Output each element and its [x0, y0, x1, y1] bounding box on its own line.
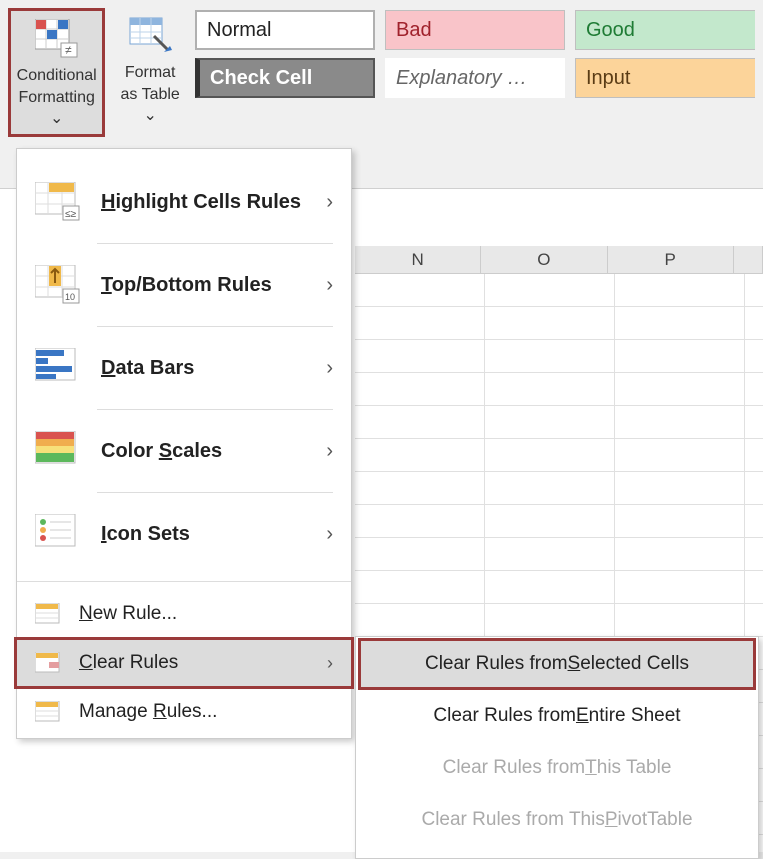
menu-manage-rules[interactable]: Manage Rules... [17, 686, 351, 738]
clear-rules-icon [35, 652, 61, 674]
menu-label: Manage Rules... [79, 701, 333, 723]
menu-label: Clear Rules [79, 652, 327, 674]
conditional-formatting-icon: ≠ [33, 15, 81, 63]
menu-clear-rules[interactable]: Clear Rules › [14, 637, 354, 689]
manage-rules-icon [35, 701, 61, 723]
style-good[interactable]: Good [575, 10, 755, 50]
col-header[interactable]: O [481, 246, 607, 273]
style-bad[interactable]: Bad [385, 10, 565, 50]
chevron-down-icon: ⌄ [50, 110, 63, 127]
svg-text:≠: ≠ [65, 43, 72, 57]
menu-icon-sets[interactable]: Icon Sets › [17, 493, 351, 575]
top-bottom-icon: 10 [35, 265, 81, 305]
chevron-down-icon: ⌄ [143, 107, 156, 124]
icon-sets-icon [35, 514, 81, 554]
clear-rules-submenu: Clear Rules from Selected Cells Clear Ru… [355, 636, 759, 859]
color-scales-icon [35, 431, 81, 471]
col-header[interactable]: N [355, 246, 481, 273]
menu-highlight-cells-rules[interactable]: ≤≥ Highlight Cells Rules › [17, 161, 351, 243]
svg-text:≤≥: ≤≥ [65, 209, 76, 220]
chevron-right-icon: › [326, 274, 333, 297]
col-header[interactable]: P [608, 246, 734, 273]
chevron-right-icon: › [326, 440, 333, 463]
submenu-clear-this-table: Clear Rules from This Table [356, 742, 758, 794]
chevron-right-icon: › [326, 523, 333, 546]
menu-label: New Rule... [79, 603, 333, 625]
svg-text:10: 10 [65, 292, 75, 302]
chevron-right-icon: › [327, 653, 333, 674]
column-headers: N O P [355, 246, 763, 274]
chevron-right-icon: › [326, 191, 333, 214]
menu-label: Highlight Cells Rules [101, 191, 326, 214]
conditional-formatting-button[interactable]: ≠ Conditional Formatting ⌄ [8, 8, 105, 137]
submenu-clear-entire-sheet[interactable]: Clear Rules from Entire Sheet [356, 690, 758, 742]
style-normal[interactable]: Normal [195, 10, 375, 50]
cell-styles-gallery: Normal Bad Good Check Cell Explanatory …… [195, 8, 755, 98]
menu-label: Icon Sets [101, 523, 326, 546]
submenu-clear-this-pivottable: Clear Rules from This PivotTable [356, 794, 758, 846]
chevron-right-icon: › [326, 357, 333, 380]
style-explanatory[interactable]: Explanatory … [385, 58, 565, 98]
col-header[interactable] [734, 246, 763, 273]
menu-top-bottom-rules[interactable]: 10 Top/Bottom Rules › [17, 244, 351, 326]
new-rule-icon [35, 603, 61, 625]
format-as-table-icon [126, 12, 174, 60]
format-as-table-button[interactable]: Format as Table ⌄ [113, 8, 187, 131]
menu-label: Top/Bottom Rules [101, 274, 326, 297]
menu-new-rule[interactable]: New Rule... [17, 588, 351, 640]
data-bars-icon [35, 348, 81, 388]
menu-label: Color Scales [101, 440, 326, 463]
style-input[interactable]: Input [575, 58, 755, 98]
format-as-table-label: Format as Table ⌄ [119, 62, 181, 127]
menu-label: Data Bars [101, 357, 326, 380]
style-check-cell[interactable]: Check Cell [195, 58, 375, 98]
highlight-cells-icon: ≤≥ [35, 182, 81, 222]
menu-data-bars[interactable]: Data Bars › [17, 327, 351, 409]
menu-color-scales[interactable]: Color Scales › [17, 410, 351, 492]
submenu-clear-selected-cells[interactable]: Clear Rules from Selected Cells [358, 638, 756, 690]
conditional-formatting-menu: ≤≥ Highlight Cells Rules › 10 Top/Bottom… [16, 148, 352, 739]
conditional-formatting-label: Conditional Formatting ⌄ [15, 65, 98, 130]
ribbon: ≠ Conditional Formatting ⌄ Format as Tab… [0, 0, 763, 145]
